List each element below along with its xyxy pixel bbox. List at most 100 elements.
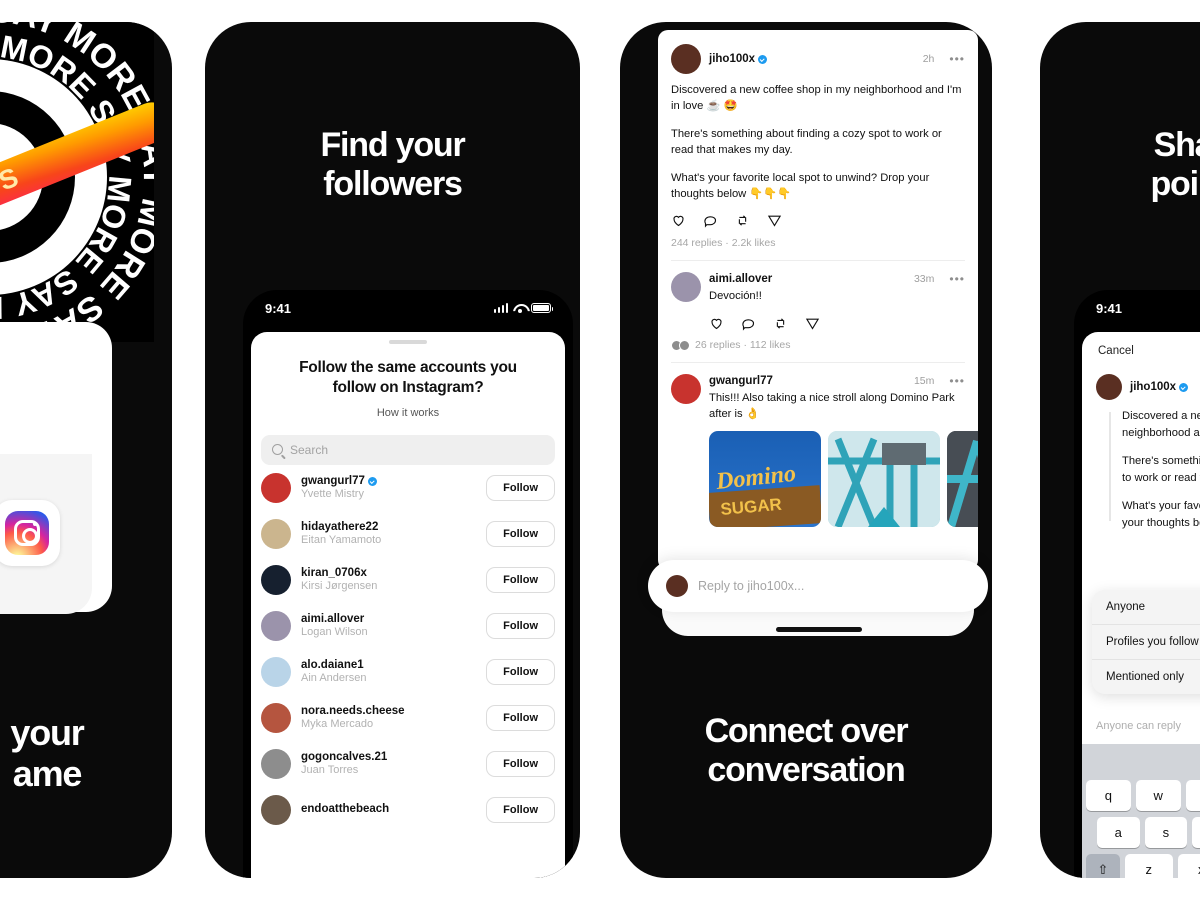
- panel1-headline-line2: ame: [12, 753, 83, 795]
- avatar[interactable]: [261, 472, 291, 503]
- post-actions[interactable]: [671, 213, 965, 229]
- avatar[interactable]: [261, 656, 291, 687]
- follow-button[interactable]: Follow: [486, 750, 555, 777]
- verified-badge-icon: [758, 54, 768, 64]
- follow-button[interactable]: Follow: [486, 704, 555, 731]
- follow-list-item-username[interactable]: gogoncalves.21: [301, 751, 476, 763]
- avatar[interactable]: [671, 44, 701, 74]
- avatar[interactable]: [261, 564, 291, 595]
- avatar[interactable]: [671, 272, 701, 303]
- keyboard-row-2[interactable]: a s d f: [1082, 817, 1200, 848]
- follow-list-item[interactable]: gwangurl77 Yvette Mistry Follow: [251, 465, 565, 511]
- post-line: What's your favo: [1122, 499, 1200, 512]
- avatar[interactable]: [261, 794, 291, 825]
- follow-button[interactable]: Follow: [486, 474, 555, 501]
- follow-list-item[interactable]: hidayathere22 Eitan Yamamoto Follow: [251, 511, 565, 557]
- more-options-icon[interactable]: •••: [949, 272, 965, 286]
- key-q[interactable]: q: [1086, 780, 1131, 811]
- follow-list-item-username[interactable]: kiran_0706x: [301, 567, 476, 579]
- repost-icon[interactable]: [773, 316, 788, 331]
- follow-list-item-username-text: endoatthebeach: [301, 803, 390, 816]
- follow-list-item[interactable]: endoatthebeach Follow: [251, 787, 565, 833]
- reply-actions[interactable]: [709, 316, 965, 331]
- follow-list-item-realname: Logan Wilson: [301, 626, 368, 639]
- cancel-button[interactable]: Cancel: [1098, 345, 1134, 357]
- reply-privacy-menu[interactable]: Anyone Profiles you follow Mentioned onl…: [1092, 590, 1200, 694]
- keyboard-suggestion[interactable]: I: [1082, 750, 1200, 774]
- menu-option-anyone[interactable]: Anyone: [1092, 590, 1200, 624]
- post-username[interactable]: jiho100x: [1130, 381, 1189, 393]
- status-bar: 9:41: [243, 290, 573, 326]
- key-w[interactable]: w: [1135, 780, 1181, 811]
- follow-list-item-username[interactable]: aimi.allover: [301, 613, 476, 625]
- key-x[interactable]: x: [1177, 854, 1200, 878]
- follow-list-item[interactable]: aimi.allover Logan Wilson Follow: [251, 603, 565, 649]
- more-options-icon[interactable]: •••: [949, 52, 965, 66]
- share-icon[interactable]: [805, 316, 820, 331]
- heart-icon[interactable]: [709, 316, 724, 331]
- reply-image-domino-sugar-sign[interactable]: Domino SUGAR: [709, 431, 821, 528]
- key-s[interactable]: s: [1144, 817, 1188, 848]
- avatar[interactable]: [1096, 374, 1122, 400]
- post-paragraph: Discovered a new coffee shop in my neigh…: [671, 84, 962, 112]
- follow-list-item-username[interactable]: alo.daiane1: [301, 659, 476, 671]
- follow-button[interactable]: Follow: [486, 796, 555, 823]
- more-options-icon[interactable]: •••: [949, 374, 965, 388]
- on-screen-keyboard[interactable]: I q w e r a s d f: [1082, 744, 1200, 878]
- avatar[interactable]: [261, 748, 291, 779]
- post-counts[interactable]: 244 replies · 2.2k likes: [671, 237, 965, 249]
- follow-button[interactable]: Follow: [486, 520, 555, 547]
- comment-icon[interactable]: [703, 213, 718, 229]
- avatar[interactable]: [261, 702, 291, 733]
- who-can-reply-label[interactable]: Anyone can reply: [1096, 720, 1181, 732]
- avatar[interactable]: [261, 610, 291, 641]
- follow-list-item[interactable]: gogoncalves.21 Juan Torres Follow: [251, 741, 565, 787]
- follow-list-item[interactable]: kiran_0706x Kirsi Jørgensen Follow: [251, 557, 565, 603]
- instagram-icon: [5, 511, 49, 555]
- follow-list-item-username[interactable]: gwangurl77: [301, 475, 476, 487]
- composer-thread-body: jiho100x Discovered a ne neighborhood ar…: [1082, 368, 1200, 531]
- menu-option-mentioned-only[interactable]: Mentioned only: [1092, 659, 1200, 694]
- reply-username[interactable]: aimi.allover: [709, 273, 772, 285]
- follow-list-item[interactable]: alo.daiane1 Ain Andersen Follow: [251, 649, 565, 695]
- follow-button[interactable]: Follow: [486, 658, 555, 685]
- share-icon[interactable]: [767, 213, 782, 228]
- search-input[interactable]: Search: [261, 434, 555, 465]
- follow-list-item-username[interactable]: endoatthebeach: [301, 803, 476, 815]
- post-paragraph: There's something about finding a cozy s…: [671, 127, 942, 156]
- key-d[interactable]: d: [1192, 817, 1200, 848]
- menu-option-profiles-you-follow[interactable]: Profiles you follow: [1092, 624, 1200, 659]
- reply-image-teal-structure[interactable]: [828, 431, 940, 528]
- follow-list-item[interactable]: nora.needs.cheese Myka Mercado Follow: [251, 695, 565, 741]
- heart-icon[interactable]: [671, 213, 686, 228]
- avatar[interactable]: [671, 374, 701, 405]
- reply-composer[interactable]: Reply to jiho100x...: [648, 560, 988, 612]
- follow-list-item-username[interactable]: hidayathere22: [301, 521, 476, 533]
- follow-button[interactable]: Follow: [486, 566, 555, 593]
- key-e[interactable]: e: [1185, 780, 1200, 811]
- reply-image-teal-beams[interactable]: [947, 431, 978, 528]
- follow-suggestions-list[interactable]: gwangurl77 Yvette Mistry Follow hidayathere…: [251, 465, 565, 833]
- keyboard-row-1[interactable]: q w e r: [1082, 780, 1200, 811]
- reply-input-placeholder: Reply to jiho100x...: [698, 579, 805, 593]
- follow-button[interactable]: Follow: [486, 612, 555, 639]
- sheet-title: Follow the same accounts you follow on I…: [273, 358, 543, 398]
- reply-username[interactable]: gwangurl77: [709, 375, 773, 387]
- panel1-headline: your ame: [0, 712, 172, 794]
- keyboard-row-3[interactable]: ⇧ z x c: [1082, 854, 1200, 878]
- follow-list-item-username[interactable]: nora.needs.cheese: [301, 705, 476, 717]
- reply-image-gallery[interactable]: Domino SUGAR: [709, 431, 978, 528]
- comment-icon[interactable]: [741, 316, 756, 331]
- repost-icon[interactable]: [735, 213, 750, 228]
- avatar[interactable]: [261, 518, 291, 549]
- how-it-works-link[interactable]: How it works: [251, 407, 565, 419]
- instagram-login-button[interactable]: [0, 500, 60, 566]
- key-z[interactable]: z: [1125, 854, 1173, 878]
- post-username-text: jiho100x: [709, 53, 756, 65]
- key-a[interactable]: a: [1097, 817, 1140, 848]
- post-username[interactable]: jiho100x: [709, 53, 768, 65]
- reply-counts[interactable]: 26 replies · 112 likes: [695, 339, 791, 351]
- shift-icon[interactable]: ⇧: [1086, 854, 1120, 878]
- sheet-grabber[interactable]: [389, 340, 427, 344]
- panel2-headline-line2: followers: [323, 164, 463, 203]
